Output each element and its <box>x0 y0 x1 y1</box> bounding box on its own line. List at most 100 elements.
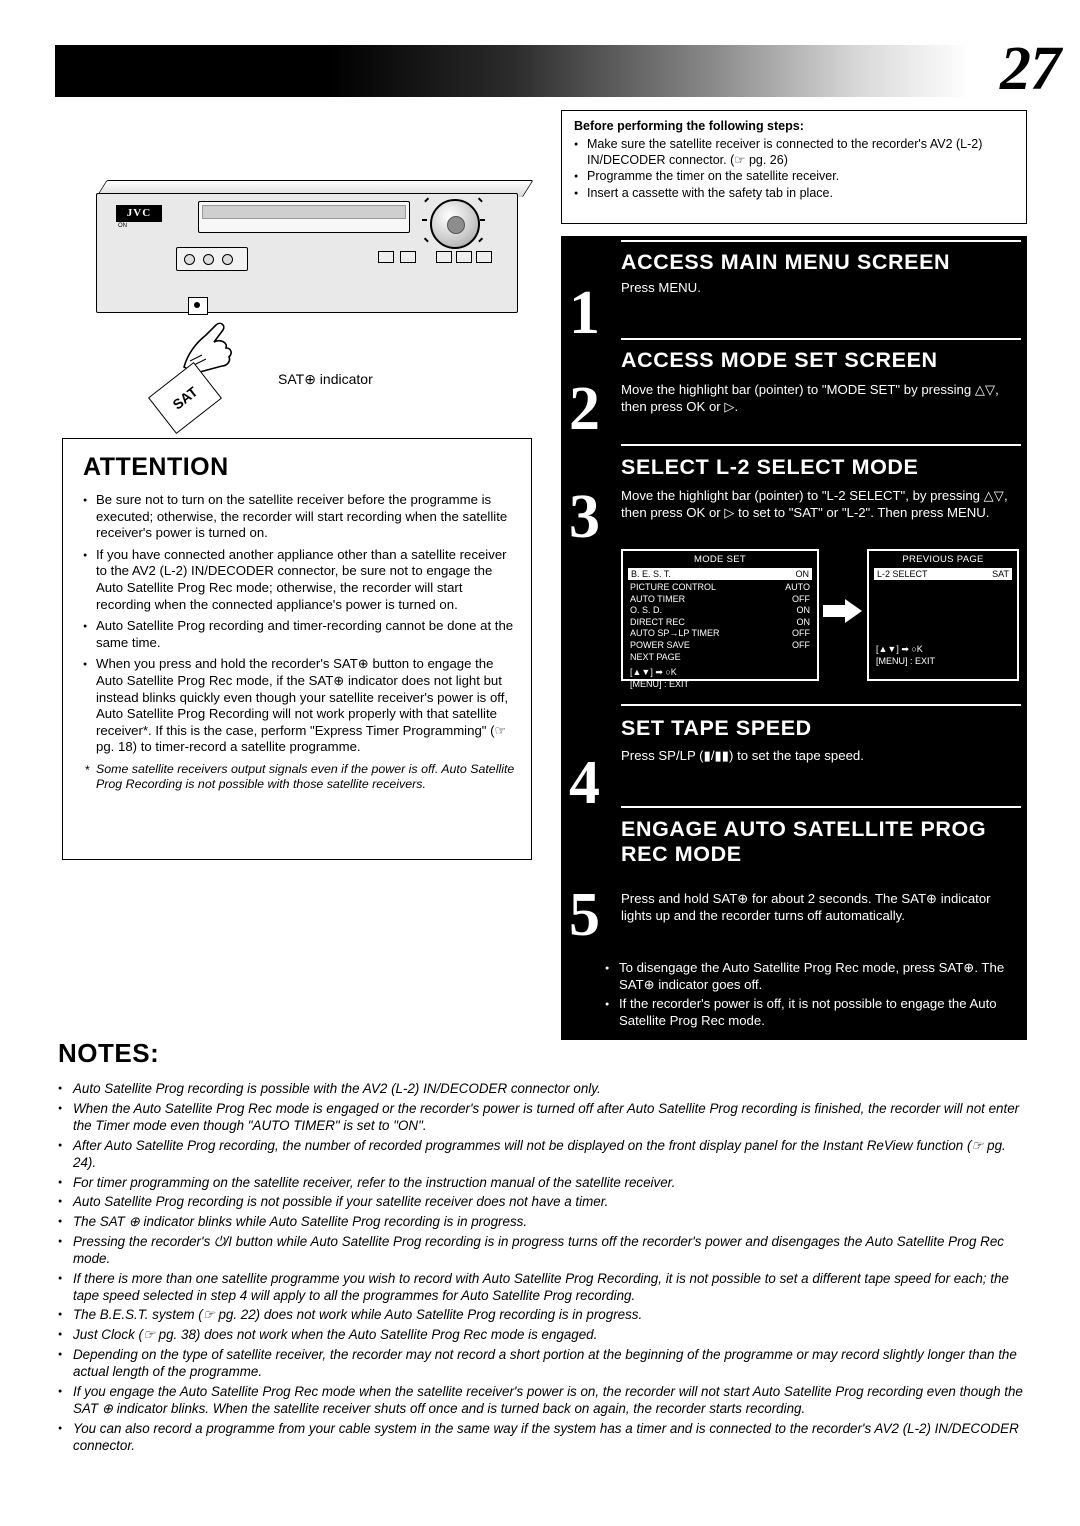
osd-row-label: O. S. D. <box>630 605 663 616</box>
osd-row-label: AUTO TIMER <box>630 593 686 604</box>
osd-caption: PREVIOUS PAGE <box>902 554 984 565</box>
divider <box>621 338 1021 340</box>
osd-row: DIRECT REC ON <box>623 617 817 629</box>
list-item: Depending on the type of satellite recei… <box>58 1346 1024 1380</box>
divider <box>621 240 1021 242</box>
step-body-2: Move the highlight bar (pointer) to "MOD… <box>621 382 999 414</box>
osd-row-label: DIRECT REC <box>630 616 685 627</box>
osd-row: NEXT PAGE <box>623 652 817 664</box>
osd-row: AUTO SP→LP TIMER OFF <box>623 628 817 640</box>
osd-footer-nav: [▲▼] ➡ ○K <box>630 667 677 678</box>
jvc-logo: JVC <box>116 205 162 222</box>
osd-row-value: OFF <box>792 593 810 604</box>
precondition-title: Before performing the following steps: <box>574 119 804 133</box>
list-item: Programme the timer on the satellite rec… <box>574 169 1016 185</box>
vcr-illustration: JVC ON SAT SAT⊕ indicator <box>78 175 548 434</box>
power-label: ON <box>118 223 127 229</box>
osd-row: PICTURE CONTROL AUTO <box>623 582 817 594</box>
attention-list: Be sure not to turn on the satellite rec… <box>83 492 515 756</box>
notes-list: Auto Satellite Prog recording is possibl… <box>58 1080 1024 1457</box>
step-number-3: 3 <box>569 483 600 551</box>
list-item: The SAT ⊕ indicator blinks while Auto Sa… <box>58 1213 1024 1231</box>
osd-highlight-value: ON <box>795 569 810 579</box>
step-title-3: SELECT L-2 SELECT MODE <box>621 455 919 479</box>
manual-page: 27 Before performing the following steps… <box>0 0 1080 1526</box>
precondition-list: Make sure the satellite receiver is conn… <box>574 137 1016 201</box>
step-title-5: ENGAGE AUTO SATELLITE PROG REC MODE <box>621 817 987 866</box>
arrow-right-icon <box>823 599 862 623</box>
list-item: If there is more than one satellite prog… <box>58 1270 1024 1304</box>
notes-title: NOTES: <box>58 1038 160 1068</box>
list-item: Make sure the satellite receiver is conn… <box>574 137 1016 168</box>
step-body-1: Press MENU. <box>621 280 701 295</box>
osd-l2-select-screen: PREVIOUS PAGE L-2 SELECT SAT [▲▼] ➡ ○K [… <box>867 549 1019 681</box>
divider <box>621 704 1021 706</box>
list-item: You can also record a programme from you… <box>58 1420 1024 1454</box>
sat-indicator-led <box>194 302 200 308</box>
attention-footnote: Some satellite receivers output signals … <box>83 762 515 793</box>
osd-row-value: ON <box>796 605 811 616</box>
list-item: Auto Satellite Prog recording is possibl… <box>58 1080 1024 1098</box>
step-number-2: 2 <box>569 375 600 443</box>
step-title-1: ACCESS MAIN MENU SCREEN <box>621 250 951 274</box>
precondition-note-box: Before performing the following steps: M… <box>561 110 1027 224</box>
step-number-5: 5 <box>569 881 600 949</box>
osd-row: O. S. D. ON <box>623 605 817 617</box>
osd-row-value: OFF <box>792 628 810 639</box>
osd-highlight-row: B. E. S. T. ON <box>628 568 812 580</box>
osd-highlight-label: B. E. S. T. <box>631 569 671 579</box>
osd-mode-set-screen: MODE SET B. E. S. T. ON PICTURE CONTROL A… <box>621 549 819 689</box>
osd-footer-exit: [MENU] : EXIT <box>630 678 690 689</box>
list-item: Just Clock (☞ pg. 38) does not work when… <box>58 1326 1024 1344</box>
osd-row: POWER SAVE OFF <box>623 640 817 652</box>
step-body-4: Press SP/LP (▮/▮▮) to set the tape speed… <box>621 748 864 763</box>
osd-row-label: POWER SAVE <box>630 639 690 650</box>
osd-footer-nav: [▲▼] ➡ ○K <box>876 644 923 654</box>
list-item: Insert a cassette with the safety tab in… <box>574 186 1016 202</box>
step-number-1: 1 <box>569 279 600 347</box>
osd-row-value: AUTO <box>785 582 810 592</box>
osd-row-value: ON <box>796 616 811 627</box>
step-body-5: Press and hold SAT⊕ for about 2 seconds.… <box>621 891 991 923</box>
list-item: When the Auto Satellite Prog Rec mode is… <box>58 1100 1024 1134</box>
attention-title: ATTENTION <box>83 453 229 481</box>
osd-footer-exit: [MENU] : EXIT <box>876 655 936 666</box>
list-item: If you have connected another appliance … <box>83 547 515 613</box>
osd-highlight-label: L-2 SELECT <box>877 569 928 579</box>
osd-caption: MODE SET <box>693 554 746 565</box>
list-item: For timer programming on the satellite r… <box>58 1174 1024 1192</box>
attention-box: ATTENTION Be sure not to turn on the sat… <box>62 438 532 860</box>
steps-panel: ACCESS MAIN MENU SCREEN Press MENU. 1 AC… <box>561 236 1027 1040</box>
step-title-4: SET TAPE SPEED <box>621 716 812 740</box>
step-number-4: 4 <box>569 749 600 817</box>
step-body-3: Move the highlight bar (pointer) to "L-2… <box>621 488 1008 520</box>
osd-row-label: AUTO SP→LP TIMER <box>630 628 720 639</box>
list-item: Pressing the recorder's ⏻/I button while… <box>58 1233 1024 1267</box>
osd-highlight-value: SAT <box>992 569 1009 579</box>
list-item: If the recorder's power is off, it is no… <box>605 996 1015 1029</box>
transport-button-row <box>378 251 498 269</box>
list-item: If you engage the Auto Satellite Prog Re… <box>58 1383 1024 1417</box>
osd-row: AUTO TIMER OFF <box>623 594 817 606</box>
page-number: 27 <box>1000 35 1061 103</box>
list-item: Be sure not to turn on the satellite rec… <box>83 492 515 542</box>
step5-bullets: To disengage the Auto Satellite Prog Rec… <box>605 960 1015 1032</box>
osd-row-value: OFF <box>792 639 810 650</box>
divider <box>621 444 1021 446</box>
pointing-hand-icon <box>183 322 232 374</box>
sat-indicator-caption: SAT⊕ indicator <box>278 371 373 387</box>
list-item: To disengage the Auto Satellite Prog Rec… <box>605 960 1015 993</box>
divider <box>621 806 1021 808</box>
header-gradient-bar <box>55 45 970 97</box>
dial-ticks <box>420 193 486 251</box>
osd-row-label: PICTURE CONTROL <box>630 582 717 592</box>
list-item: The B.E.S.T. system (☞ pg. 22) does not … <box>58 1306 1024 1324</box>
front-jack-panel <box>176 247 248 271</box>
osd-highlight-row: L-2 SELECT SAT <box>874 568 1012 580</box>
osd-row-label: NEXT PAGE <box>630 651 681 662</box>
list-item: After Auto Satellite Prog recording, the… <box>58 1137 1024 1171</box>
cassette-slot-inner <box>202 205 406 219</box>
list-item: Auto Satellite Prog recording and timer-… <box>83 618 515 651</box>
step-title-2: ACCESS MODE SET SCREEN <box>621 348 938 372</box>
list-item: Auto Satellite Prog recording is not pos… <box>58 1193 1024 1211</box>
